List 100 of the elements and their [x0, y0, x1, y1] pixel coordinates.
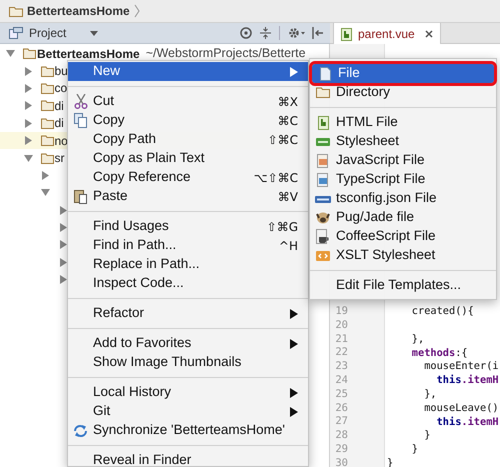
folder-icon: [9, 6, 23, 16]
menu-item[interactable]: Copy Reference ⌥⇧⌘C: [68, 168, 308, 187]
line-number: 24: [334, 373, 348, 388]
chevron-icon: [134, 4, 140, 18]
menu-item[interactable]: JavaScript File: [310, 151, 496, 170]
collapsed-arrow-icon[interactable]: [58, 240, 68, 250]
menu-item[interactable]: Local History: [68, 383, 308, 402]
html-file-icon: [318, 116, 328, 130]
menu-item[interactable]: Directory: [310, 83, 496, 102]
code-line: }: [410, 442, 418, 458]
line-number: 19: [334, 304, 348, 320]
tree-item-label[interactable]: sr: [54, 149, 64, 168]
expanded-arrow-icon[interactable]: [6, 49, 15, 58]
menu-item[interactable]: tsconfig.json File: [310, 189, 496, 208]
tree-item-label[interactable]: no: [54, 132, 68, 150]
menu-item[interactable]: Stylesheet: [310, 132, 496, 151]
code-line: mouseEnter(i: [423, 359, 499, 374]
menu-item[interactable]: Reveal in Finder: [68, 451, 308, 466]
line-number: 21: [334, 332, 348, 347]
line-number: 27: [334, 414, 348, 430]
menu-item[interactable]: XSLT Stylesheet: [310, 246, 496, 265]
tree-item-label[interactable]: di: [54, 114, 64, 132]
code-line: },: [423, 386, 437, 402]
xslt-file-icon: [316, 250, 330, 262]
collapsed-arrow-icon[interactable]: [24, 136, 32, 146]
menu-item[interactable]: Find in Path... ^H: [68, 236, 308, 255]
menu-item[interactable]: Edit File Templates...: [310, 276, 496, 295]
stylesheet-icon: [316, 136, 330, 148]
tree-item-label[interactable]: BetterteamsHome: [37, 44, 140, 63]
collapsed-arrow-icon[interactable]: [24, 118, 32, 128]
coffee-cup-icon: [316, 229, 330, 244]
tree-item-label[interactable]: co: [54, 79, 68, 98]
folder-icon: [40, 82, 54, 94]
menu-item[interactable]: Git: [68, 402, 308, 421]
scissors-icon: [74, 94, 88, 109]
hide-panel-icon[interactable]: [312, 27, 324, 39]
tree-item-label[interactable]: di: [54, 96, 64, 115]
close-icon[interactable]: [424, 30, 433, 38]
code-line: methods:{: [410, 346, 468, 361]
settings-icon[interactable]: [288, 27, 306, 39]
collapsed-arrow-icon[interactable]: [24, 84, 32, 93]
line-number: 29: [334, 442, 348, 457]
clipboard-icon: [74, 189, 87, 204]
menu-item[interactable]: Synchronize 'BetterteamsHome': [68, 421, 308, 440]
menu-item[interactable]: Pug/Jade file: [310, 208, 496, 227]
collapsed-arrow-icon[interactable]: [24, 66, 32, 76]
panel-icon: [9, 27, 23, 39]
target-icon[interactable]: [240, 27, 252, 39]
line-number: 23: [334, 359, 348, 374]
menu-item[interactable]: Copy Path ⇧⌘C: [68, 130, 308, 149]
menu-item[interactable]: Copy ⌘C: [68, 111, 308, 130]
code-line: }: [423, 428, 430, 444]
project-path: ~/WebstormProjects/Betterte: [146, 45, 306, 62]
menu-item[interactable]: New: [68, 62, 308, 81]
menu-item[interactable]: HTML File: [310, 113, 496, 132]
expanded-arrow-icon[interactable]: [41, 188, 50, 198]
menu-item[interactable]: Show Image Thumbnails: [68, 353, 308, 372]
collapsed-arrow-icon[interactable]: [41, 170, 50, 180]
line-number: 30: [334, 456, 348, 467]
menu-item[interactable]: Replace in Path...: [68, 255, 308, 274]
menu-item[interactable]: TypeScript File: [310, 170, 496, 189]
folder-icon: [23, 48, 36, 60]
menu-item[interactable]: Cut ⌘X: [68, 92, 308, 111]
dog-head-icon: [316, 211, 330, 224]
expanded-arrow-icon[interactable]: [24, 154, 32, 163]
panel-title[interactable]: Project: [29, 24, 66, 42]
folder-icon: [40, 135, 54, 146]
line-number: 26: [334, 400, 348, 416]
collapsed-arrow-icon[interactable]: [58, 223, 68, 232]
line-number: 20: [334, 318, 348, 333]
copy-icon: [74, 113, 87, 128]
collapsed-arrow-icon[interactable]: [58, 206, 68, 215]
folder-icon: [316, 87, 330, 98]
menu-item[interactable]: Refactor: [68, 304, 308, 323]
code-line: this.itemH: [436, 373, 499, 388]
line-number: 22: [334, 345, 348, 360]
code-line: created(){: [410, 304, 474, 320]
sync-icon: [73, 424, 88, 438]
tree-item-label[interactable]: bu: [54, 62, 68, 80]
editor-tab[interactable]: parent.vue: [333, 23, 441, 45]
folder-icon: [40, 66, 54, 77]
collapse-icon[interactable]: [260, 27, 271, 39]
menu-item[interactable]: Find Usages ⇧⌘G: [68, 217, 308, 236]
file-icon: [341, 28, 352, 40]
typescript-file-icon: [317, 172, 329, 186]
menu-item[interactable]: Paste ⌘V: [68, 187, 308, 206]
dropdown-caret-icon[interactable]: [90, 30, 98, 36]
folder-icon: [40, 152, 54, 164]
collapsed-arrow-icon[interactable]: [58, 258, 68, 267]
code-line: },: [410, 332, 424, 347]
breadcrumb-item[interactable]: BetterteamsHome: [27, 2, 130, 20]
menu-item[interactable]: CoffeeScript File: [310, 227, 496, 246]
collapsed-arrow-icon[interactable]: [24, 101, 32, 110]
collapsed-arrow-icon[interactable]: [58, 275, 68, 284]
menu-item[interactable]: Copy as Plain Text: [68, 149, 308, 168]
menu-item[interactable]: File: [312, 64, 494, 83]
menu-item[interactable]: Add to Favorites: [68, 334, 308, 353]
code-line: this.itemH: [436, 414, 499, 430]
code-line: mouseLeave(): [423, 400, 499, 416]
menu-item[interactable]: Inspect Code...: [68, 274, 308, 293]
